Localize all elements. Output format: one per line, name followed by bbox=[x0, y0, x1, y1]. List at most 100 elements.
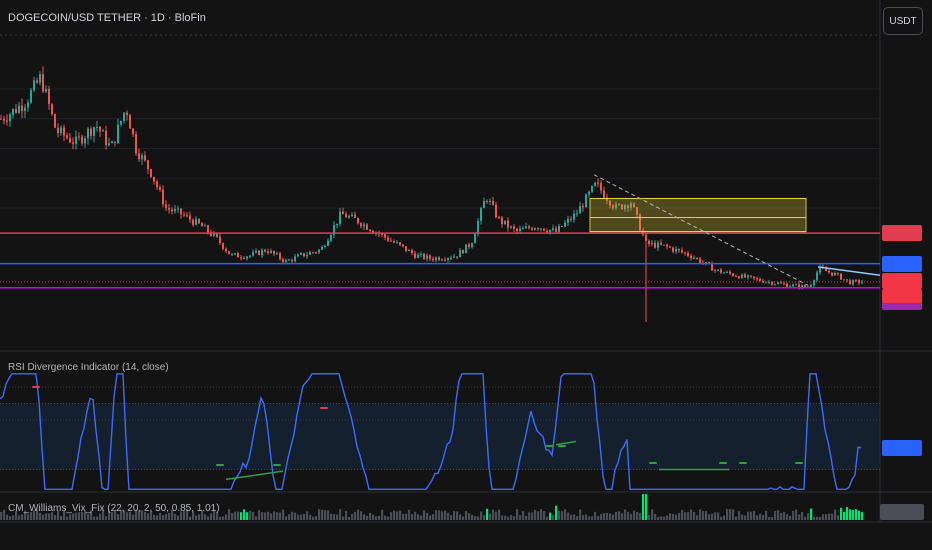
candle-body bbox=[225, 248, 227, 252]
vix-bar bbox=[846, 507, 849, 520]
vix-bar bbox=[477, 516, 480, 520]
candle-body bbox=[66, 135, 68, 138]
vix-bar bbox=[243, 509, 246, 520]
vix-bar bbox=[546, 516, 549, 520]
vix-bar bbox=[3, 509, 6, 520]
candle-body bbox=[759, 278, 761, 281]
chart-canvas[interactable] bbox=[0, 0, 932, 550]
vix-bar bbox=[432, 513, 435, 520]
candle-body bbox=[669, 246, 671, 248]
rsi-indicator-title[interactable]: RSI Divergence Indicator (14, close) bbox=[8, 362, 169, 373]
candle-body bbox=[408, 250, 410, 252]
vix-bar bbox=[516, 509, 519, 520]
candle-body bbox=[510, 226, 512, 228]
candle-body bbox=[282, 258, 284, 262]
vix-bar bbox=[159, 512, 162, 520]
candle-body bbox=[534, 228, 536, 230]
vix-bar bbox=[9, 516, 12, 520]
rsi-band bbox=[0, 403, 880, 470]
candle-body bbox=[81, 136, 83, 144]
vix-bar bbox=[420, 515, 423, 520]
vix-bar bbox=[558, 511, 561, 520]
vix-bar bbox=[786, 514, 789, 520]
vix-bar bbox=[405, 513, 408, 520]
vix-bar bbox=[198, 514, 201, 520]
candle-body bbox=[786, 283, 788, 287]
vix-bar bbox=[447, 512, 450, 520]
vix-bar bbox=[174, 513, 177, 520]
candle-body bbox=[270, 250, 272, 254]
candle-body bbox=[354, 214, 356, 219]
vix-bar bbox=[264, 512, 267, 520]
vix-bar bbox=[465, 510, 468, 520]
symbol-title[interactable]: DOGECOIN/USD TETHER · 1D · BloFin bbox=[8, 12, 206, 24]
candle-body bbox=[543, 228, 545, 231]
vix-bar bbox=[531, 512, 534, 520]
vix-bar bbox=[351, 513, 354, 520]
candle-body bbox=[294, 256, 296, 262]
candle-body bbox=[183, 214, 185, 216]
candle-body bbox=[747, 275, 749, 278]
candle-body bbox=[834, 272, 836, 276]
candle-body bbox=[219, 236, 221, 244]
candle-body bbox=[411, 250, 413, 254]
candle-body bbox=[198, 218, 200, 224]
vix-bar bbox=[762, 515, 765, 520]
candle-body bbox=[195, 218, 197, 225]
candle-body bbox=[180, 208, 182, 215]
candle-body bbox=[342, 211, 344, 215]
candle-body bbox=[519, 228, 521, 232]
candle-body bbox=[360, 223, 362, 227]
candle-body bbox=[495, 204, 497, 218]
vix-bar bbox=[594, 511, 597, 520]
vix-bar bbox=[486, 508, 489, 520]
candle-body bbox=[21, 105, 23, 111]
candle-body bbox=[414, 253, 416, 258]
vix-bar bbox=[639, 512, 642, 520]
candle-body bbox=[429, 255, 431, 259]
candle-body bbox=[561, 225, 563, 227]
candle-body bbox=[324, 245, 326, 247]
candle-body bbox=[345, 214, 347, 218]
candle-body bbox=[783, 283, 785, 285]
vix-bar bbox=[768, 516, 771, 520]
candle-body bbox=[684, 252, 686, 254]
vix-bar bbox=[849, 509, 852, 520]
vix-bar bbox=[390, 512, 393, 520]
vix-bar bbox=[255, 516, 258, 520]
candle-body bbox=[846, 279, 848, 281]
vix-bar bbox=[438, 510, 441, 520]
vix-bar bbox=[843, 511, 846, 520]
vix-bar bbox=[369, 512, 372, 520]
candle-body bbox=[351, 214, 353, 217]
candle-body bbox=[555, 228, 557, 232]
vix-bar bbox=[591, 516, 594, 520]
candle-body bbox=[780, 282, 782, 284]
vix-bar bbox=[333, 514, 336, 520]
candle-body bbox=[579, 206, 581, 214]
vix-bar bbox=[813, 516, 816, 520]
candle-body bbox=[522, 228, 524, 230]
rsi-bull-signal bbox=[739, 462, 747, 464]
candle-body bbox=[450, 257, 452, 259]
currency-button[interactable]: USDT bbox=[883, 7, 923, 35]
fib-retracement-box bbox=[589, 197, 807, 233]
candle-body bbox=[696, 257, 698, 259]
vix-bar bbox=[840, 507, 843, 520]
vix-bar bbox=[744, 515, 747, 520]
vix-bar bbox=[387, 516, 390, 520]
candle-body bbox=[240, 257, 242, 259]
vix-bar bbox=[693, 511, 696, 520]
candle-body bbox=[828, 271, 830, 273]
candle-body bbox=[255, 250, 257, 253]
candle-body bbox=[648, 240, 650, 245]
vix-bar bbox=[372, 514, 375, 520]
vix-indicator-title[interactable]: CM_Williams_Vix_Fix (22, 20, 2, 50, 0.85… bbox=[8, 503, 220, 514]
vix-bar bbox=[147, 513, 150, 520]
candle-body bbox=[303, 253, 305, 257]
candle-body bbox=[831, 272, 833, 276]
candle-body bbox=[57, 127, 59, 134]
candle-body bbox=[147, 160, 149, 170]
candle-body bbox=[717, 269, 719, 271]
vix-bar bbox=[729, 509, 732, 520]
